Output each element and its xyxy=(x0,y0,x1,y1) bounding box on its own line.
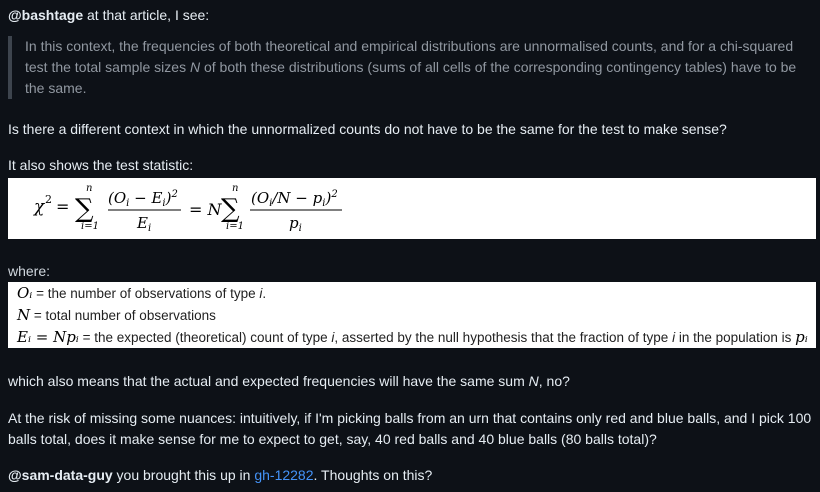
den1: Ei xyxy=(136,214,151,234)
den2: pi xyxy=(289,214,302,234)
def-row-total: N = total number of observations xyxy=(17,306,216,324)
definitions-image: Oᵢ = the number of observations of type … xyxy=(8,282,816,348)
sum2-sigma: ∑ xyxy=(221,194,240,224)
sum1-bottom: i=1 xyxy=(81,221,99,232)
def-row-expected: Eᵢ = Npᵢ = the expected (theoretical) co… xyxy=(17,328,808,346)
sum1-sigma: ∑ xyxy=(75,194,94,224)
eq1: = xyxy=(56,197,69,216)
chi-squared-formula: χ 2 = n ∑ i=1 (Oi − Ei)2 Ei = N n ∑ i=1 … xyxy=(33,183,342,234)
sum2-bottom: i=1 xyxy=(226,221,244,232)
quote-n: N xyxy=(189,59,201,75)
mention-sam-data-guy[interactable]: @sam-data-guy xyxy=(8,467,113,483)
issue-link[interactable]: gh-12282 xyxy=(254,467,313,483)
mention-bashtage[interactable]: @bashtage xyxy=(8,7,83,23)
blockquote: In this context, the frequencies of both… xyxy=(8,36,808,99)
sum2-top: n xyxy=(232,183,238,194)
sum-question: which also means that the actual and exp… xyxy=(8,373,570,389)
chi-exp: 2 xyxy=(45,193,52,206)
formula-image: χ 2 = n ∑ i=1 (Oi − Ei)2 Ei = N n ∑ i=1 … xyxy=(8,178,816,239)
where-label: where: xyxy=(8,263,51,279)
question-paragraph: Is there a different context in which th… xyxy=(8,121,727,137)
intro-text: at that article, I see: xyxy=(83,7,210,23)
urn-question: At the risk of missing some nuances: int… xyxy=(8,410,812,447)
intro-paragraph: @bashtage at that article, I see: xyxy=(8,5,812,26)
def-row-observed: Oᵢ = the number of observations of type … xyxy=(17,284,267,302)
num1: (Oi − Ei)2 xyxy=(108,189,178,209)
stat-intro: It also shows the test statistic: xyxy=(8,157,194,173)
sum1-top: n xyxy=(86,183,92,194)
num2: (Oi/N − pi)2 xyxy=(251,189,338,209)
eq2: = N xyxy=(189,200,222,219)
closing-paragraph: @sam-data-guy you brought this up in gh-… xyxy=(8,467,433,483)
